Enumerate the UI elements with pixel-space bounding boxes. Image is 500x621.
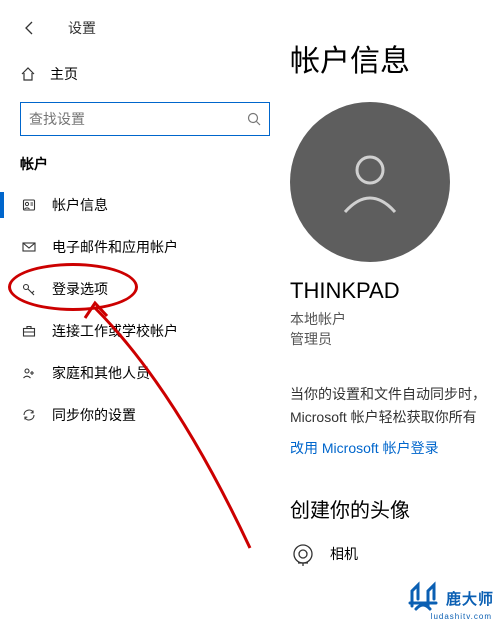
account-type-local: 本地帐户: [290, 310, 500, 330]
sidebar-item-label: 家庭和其他人员: [52, 363, 150, 383]
sync-icon: [20, 406, 38, 424]
camera-icon: [290, 541, 316, 567]
watermark-text: 鹿大师: [446, 588, 494, 609]
sync-description: 当你的设置和文件自动同步时，: [290, 383, 500, 405]
back-button[interactable]: [20, 20, 40, 36]
sidebar-item-label: 同步你的设置: [52, 405, 136, 425]
sidebar-item-family-others[interactable]: 家庭和其他人员: [0, 352, 290, 394]
search-input[interactable]: [29, 111, 247, 127]
sidebar-section-title: 帐户: [0, 154, 290, 184]
mail-icon: [20, 238, 38, 256]
window-title: 设置: [68, 18, 96, 38]
camera-label: 相机: [330, 544, 358, 564]
sync-description: Microsoft 帐户轻松获取你所有: [290, 406, 500, 428]
page-title: 帐户信息: [290, 36, 500, 80]
watermark-logo-icon: [406, 581, 440, 615]
avatar: [290, 102, 450, 262]
avatar-section-title: 创建你的头像: [290, 494, 500, 523]
sidebar-item-label: 帐户信息: [52, 195, 108, 215]
sidebar-item-label: 登录选项: [52, 279, 108, 299]
sidebar-item-work-school[interactable]: 连接工作或学校帐户: [0, 310, 290, 352]
sidebar-home-label: 主页: [50, 64, 78, 84]
search-icon: [247, 112, 261, 126]
sidebar-item-account-info[interactable]: 帐户信息: [0, 184, 290, 226]
user-icon: [20, 196, 38, 214]
watermark-url: ludashitv.com: [431, 612, 492, 621]
ms-account-login-link[interactable]: 改用 Microsoft 帐户登录: [290, 438, 500, 458]
people-icon: [20, 364, 38, 382]
account-role-admin: 管理员: [290, 330, 500, 350]
briefcase-icon: [20, 322, 38, 340]
sidebar-item-signin-options[interactable]: 登录选项: [0, 268, 290, 310]
sidebar-item-label: 电子邮件和应用帐户: [52, 237, 178, 257]
sidebar-home[interactable]: 主页: [0, 52, 290, 98]
search-input-wrap[interactable]: [20, 102, 270, 136]
watermark: 鹿大师: [406, 581, 494, 615]
sidebar-item-label: 连接工作或学校帐户: [52, 321, 178, 341]
camera-option[interactable]: 相机: [290, 541, 500, 567]
account-username: THINKPAD: [290, 278, 500, 304]
sidebar-item-email-accounts[interactable]: 电子邮件和应用帐户: [0, 226, 290, 268]
sidebar-item-sync-settings[interactable]: 同步你的设置: [0, 394, 290, 436]
home-icon: [20, 66, 36, 82]
key-icon: [20, 280, 38, 298]
